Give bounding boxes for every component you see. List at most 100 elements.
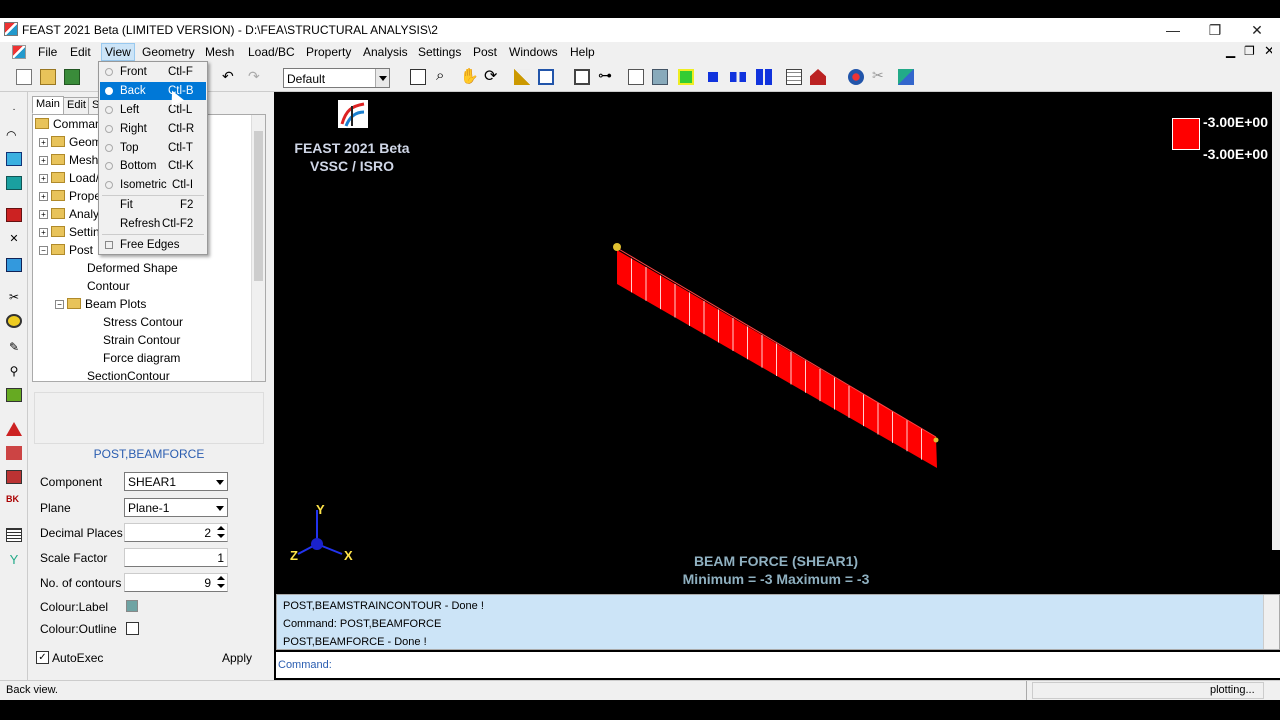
copy-icon[interactable] — [628, 69, 644, 85]
node-icon[interactable] — [708, 72, 718, 82]
menu-file[interactable]: File — [38, 45, 57, 59]
spinner-icon[interactable] — [215, 574, 227, 591]
view-menu-fit[interactable]: Fit F2 — [100, 196, 206, 214]
grid-icon[interactable] — [6, 258, 22, 272]
load-icon[interactable] — [6, 422, 22, 436]
tab-main[interactable]: Main — [32, 96, 64, 114]
expand-icon[interactable]: + — [39, 174, 48, 183]
view-menu-bottom[interactable]: Bottom Ctl-K — [100, 157, 206, 175]
rotate-icon[interactable]: ⟳ — [484, 66, 497, 86]
command-input[interactable] — [338, 655, 1268, 675]
component-select[interactable]: SHEAR1 — [124, 472, 228, 491]
open-folder-icon[interactable] — [40, 69, 56, 85]
tree-scrollbar[interactable] — [251, 115, 265, 381]
menu-mesh[interactable]: Mesh — [205, 45, 234, 59]
circle-tool-icon[interactable] — [6, 314, 22, 328]
image-export-icon[interactable] — [678, 69, 694, 85]
apply-button[interactable]: Apply — [212, 647, 262, 669]
expand-icon[interactable]: + — [39, 192, 48, 201]
tree-item-section-contour[interactable]: SectionContour — [70, 367, 170, 381]
chevron-down-icon[interactable] — [213, 473, 227, 490]
redo-icon[interactable]: ↷ — [248, 68, 260, 85]
menu-edit[interactable]: Edit — [70, 45, 91, 59]
pan-hand-icon[interactable]: ✋ — [460, 67, 479, 85]
tree-item-strain-contour[interactable]: Strain Contour — [86, 331, 180, 349]
collapse-icon[interactable]: − — [39, 246, 48, 255]
tree-item-post[interactable]: − Post — [39, 241, 93, 259]
grid-elements-icon[interactable] — [756, 69, 772, 85]
view-menu-back[interactable]: Back Ctl-B — [100, 82, 206, 100]
chevron-down-icon[interactable] — [213, 499, 227, 516]
binoculars-icon[interactable]: ⚲ — [6, 364, 22, 378]
expand-icon[interactable]: + — [39, 156, 48, 165]
view-menu-top[interactable]: Top Ctl-T — [100, 139, 206, 157]
maximize-button[interactable]: ❐ — [1194, 18, 1236, 42]
autoexec-checkbox[interactable]: ✓ — [36, 651, 49, 664]
tree-item-loadbc[interactable]: + Load/ — [39, 169, 99, 187]
colour-label-swatch[interactable] — [126, 600, 138, 612]
zoom-window-icon[interactable] — [410, 69, 426, 85]
close-button[interactable]: ✕ — [1236, 18, 1278, 42]
fit-view-icon[interactable] — [538, 69, 554, 85]
menu-settings[interactable]: Settings — [418, 45, 461, 59]
volume-icon[interactable] — [6, 176, 22, 190]
undo-icon[interactable]: ↶ — [222, 68, 234, 85]
open-recent-icon[interactable] — [64, 69, 80, 85]
property-icon[interactable] — [6, 388, 22, 402]
zoom-icon[interactable]: ⌕ — [436, 67, 444, 84]
erase-icon[interactable] — [514, 69, 530, 85]
plane-select[interactable]: Plane-1 — [124, 498, 228, 517]
new-file-icon[interactable] — [16, 69, 32, 85]
bc-icon[interactable]: BK — [6, 494, 22, 508]
arc-icon[interactable]: ◠ — [6, 128, 22, 142]
tree-item-analysis[interactable]: + Analy — [39, 205, 99, 223]
menu-geometry[interactable]: Geometry — [142, 45, 195, 59]
mesh-tool-icon[interactable] — [898, 69, 914, 85]
tree-item-contour[interactable]: Contour — [70, 277, 130, 295]
table-icon[interactable] — [786, 69, 802, 85]
target-icon[interactable] — [848, 69, 864, 85]
constraint-icon[interactable] — [6, 446, 22, 460]
collapse-icon[interactable]: − — [55, 300, 64, 309]
graphics-viewport[interactable]: FEAST 2021 Beta VSSC / ISRO -3.00E+00 -3… — [276, 92, 1280, 588]
contours-input[interactable]: 9 — [124, 573, 228, 592]
home-view-icon[interactable] — [810, 69, 826, 85]
tree-item-deformed-shape[interactable]: Deformed Shape — [70, 259, 178, 277]
view-menu-refresh[interactable]: Refresh Ctl-F2 — [100, 215, 206, 233]
cut-icon[interactable]: ✂ — [6, 290, 22, 304]
menu-loadbc[interactable]: Load/BC — [248, 45, 295, 59]
view-menu-left[interactable]: Left Ctl-L — [100, 101, 206, 119]
tree-item-commands[interactable]: Comman — [35, 115, 102, 133]
tree-item-stress-contour[interactable]: Stress Contour — [86, 313, 183, 331]
view-menu-right[interactable]: Right Ctl-R — [100, 120, 206, 138]
menu-view[interactable]: View — [101, 43, 135, 61]
expand-icon[interactable]: + — [39, 138, 48, 147]
tree-item-mesh[interactable]: + Mesh — [39, 151, 98, 169]
chevron-down-icon[interactable] — [375, 69, 389, 87]
tree-item-force-diagram[interactable]: Force diagram — [86, 349, 180, 367]
edit-pencil-icon[interactable]: ✎ — [6, 340, 22, 354]
surface-icon[interactable] — [6, 152, 22, 166]
scissors-icon[interactable]: ✂ — [872, 67, 884, 84]
scrollbar-thumb[interactable] — [254, 131, 263, 281]
view-menu-isometric[interactable]: Isometric Ctl-I — [100, 176, 206, 194]
menu-property[interactable]: Property — [306, 45, 351, 59]
expand-icon[interactable]: + — [39, 228, 48, 237]
tree-item-beam-plots[interactable]: − Beam Plots — [55, 295, 146, 313]
element-icon[interactable] — [730, 72, 746, 82]
scale-factor-input[interactable]: 1 — [124, 548, 228, 567]
mdi-minimize-icon[interactable]: ▁ — [1226, 44, 1235, 58]
minimize-button[interactable]: — — [1152, 18, 1194, 42]
view-menu-free-edges[interactable]: Free Edges — [100, 236, 206, 254]
mdi-restore-icon[interactable]: ❐ — [1244, 44, 1255, 58]
window-scrollbar[interactable] — [1272, 42, 1280, 550]
view-preset-select[interactable]: Default — [283, 68, 390, 88]
menu-post[interactable]: Post — [473, 45, 497, 59]
output-scrollbar[interactable] — [1263, 595, 1279, 649]
report-icon[interactable] — [6, 528, 22, 542]
pressure-icon[interactable] — [6, 470, 22, 484]
menu-windows[interactable]: Windows — [509, 45, 558, 59]
tree-item-property[interactable]: + Prope — [39, 187, 101, 205]
tree-item-geometry[interactable]: + Geom — [39, 133, 102, 151]
menu-help[interactable]: Help — [570, 45, 595, 59]
